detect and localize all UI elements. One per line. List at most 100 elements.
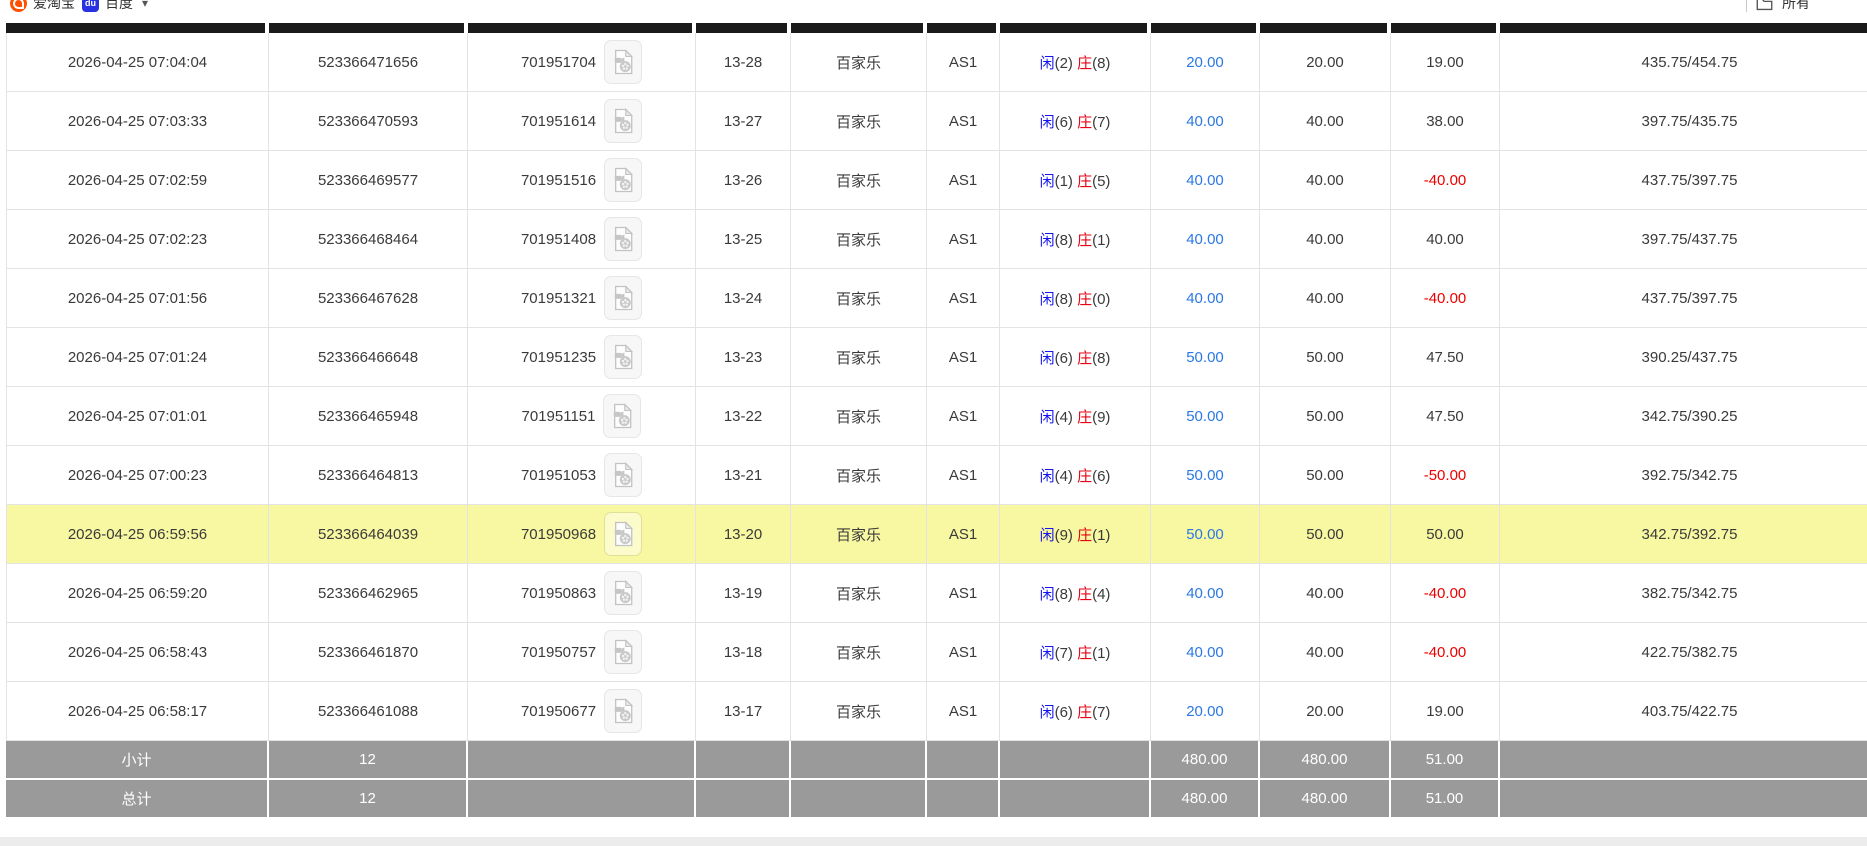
summary-empty [927, 741, 1000, 780]
cell-bet-amount[interactable]: 50.00 [1151, 328, 1260, 387]
player-points: (4) [1055, 409, 1078, 426]
cell-bet-amount[interactable]: 40.00 [1151, 564, 1260, 623]
cell-bet-amount[interactable]: 40.00 [1151, 269, 1260, 328]
cell-table: AS1 [927, 682, 1000, 741]
banker-label: 庄 [1077, 114, 1092, 131]
cell-table: AS1 [927, 210, 1000, 269]
cell-bet-amount[interactable]: 50.00 [1151, 446, 1260, 505]
bookmark-label: 爱淘宝 [33, 0, 75, 13]
video-replay-button[interactable] [604, 40, 642, 84]
cell-order-id: 523366462965 [269, 564, 468, 623]
banker-label: 庄 [1077, 291, 1092, 308]
video-replay-button[interactable] [604, 630, 642, 674]
video-replay-button[interactable] [604, 217, 642, 261]
total-row: 总计12480.00480.0051.00 [6, 780, 1867, 819]
table-row[interactable]: 2026-04-25 07:00:23523366464813701951053… [6, 446, 1867, 505]
table-row[interactable]: 2026-04-25 06:58:43523366461870701950757… [6, 623, 1867, 682]
cell-bet-time: 2026-04-25 07:01:56 [6, 269, 269, 328]
video-replay-button[interactable] [604, 689, 642, 733]
game-id-wrap: 701951704 [521, 40, 642, 84]
records-table: 2026-04-25 07:04:04523366471656701951704… [6, 23, 1867, 819]
cell-game-id: 701951151 [468, 387, 696, 446]
game-id-text: 701951235 [521, 349, 596, 366]
all-bookmarks-label[interactable]: 所有 [1782, 0, 1810, 13]
table-row[interactable]: 2026-04-25 07:01:24523366466648701951235… [6, 328, 1867, 387]
player-label: 闲 [1040, 645, 1055, 662]
video-replay-button[interactable] [604, 512, 642, 556]
game-id-text: 701951321 [521, 290, 596, 307]
cell-bet-amount[interactable]: 20.00 [1151, 682, 1260, 741]
player-label: 闲 [1040, 350, 1055, 367]
video-file-icon [612, 49, 634, 75]
video-replay-button[interactable] [604, 99, 642, 143]
table-row[interactable]: 2026-04-25 06:59:20523366462965701950863… [6, 564, 1867, 623]
video-replay-button[interactable] [604, 453, 642, 497]
cell-bet-amount[interactable]: 40.00 [1151, 92, 1260, 151]
table-row[interactable]: 2026-04-25 07:01:56523366467628701951321… [6, 269, 1867, 328]
summary-empty [791, 780, 927, 819]
video-replay-button[interactable] [604, 571, 642, 615]
game-id-text: 701951704 [521, 54, 596, 71]
cell-bet-amount[interactable]: 20.00 [1151, 33, 1260, 92]
cell-result: 闲(6) 庄(7) [1000, 682, 1151, 741]
video-replay-button[interactable] [604, 335, 642, 379]
player-label: 闲 [1040, 291, 1055, 308]
subtotal-row: 小计12480.00480.0051.00 [6, 741, 1867, 780]
video-replay-button[interactable] [604, 276, 642, 320]
cell-order-id: 523366461088 [269, 682, 468, 741]
summary-empty [927, 780, 1000, 819]
cell-bet-amount[interactable]: 40.00 [1151, 623, 1260, 682]
table-row[interactable]: 2026-04-25 06:58:17523366461088701950677… [6, 682, 1867, 741]
bookmarks-left-group: 爱淘宝 du 百度 ▾ [10, 0, 148, 13]
player-label: 闲 [1040, 704, 1055, 721]
video-file-icon [612, 226, 634, 252]
table-row[interactable]: 2026-04-25 07:04:04523366471656701951704… [6, 33, 1867, 92]
bookmark-baidu[interactable]: du 百度 [82, 0, 133, 13]
cell-bet-time: 2026-04-25 06:58:43 [6, 623, 269, 682]
cell-bet-time: 2026-04-25 07:00:23 [6, 446, 269, 505]
cell-bet-amount[interactable]: 50.00 [1151, 505, 1260, 564]
game-id-text: 701950757 [521, 644, 596, 661]
banker-label: 庄 [1077, 409, 1092, 426]
cell-balance: 437.75/397.75 [1500, 151, 1867, 210]
video-replay-button[interactable] [604, 158, 642, 202]
baidu-icon-text: du [85, 0, 96, 8]
cell-game-type: 百家乐 [791, 33, 927, 92]
video-file-icon [612, 639, 634, 665]
game-id-wrap: 701950968 [521, 512, 642, 556]
cell-win-loss: -50.00 [1391, 446, 1500, 505]
cell-valid-amount: 20.00 [1260, 682, 1391, 741]
cell-balance: 342.75/392.75 [1500, 505, 1867, 564]
cell-bet-amount[interactable]: 40.00 [1151, 210, 1260, 269]
cell-bet-amount[interactable]: 40.00 [1151, 151, 1260, 210]
table-row[interactable]: 2026-04-25 07:02:59523366469577701951516… [6, 151, 1867, 210]
cell-valid-amount: 40.00 [1260, 269, 1391, 328]
game-id-text: 701951053 [521, 467, 596, 484]
cell-round: 13-23 [696, 328, 791, 387]
player-points: (2) [1055, 55, 1078, 72]
video-replay-button[interactable] [603, 394, 641, 438]
cell-game-id: 701951704 [468, 33, 696, 92]
table-row[interactable]: 2026-04-25 07:02:23523366468464701951408… [6, 210, 1867, 269]
cell-round: 13-21 [696, 446, 791, 505]
game-id-text: 701951516 [521, 172, 596, 189]
header-strip [1000, 23, 1151, 33]
summary-empty [1500, 780, 1867, 819]
cell-bet-amount[interactable]: 50.00 [1151, 387, 1260, 446]
cell-round: 13-27 [696, 92, 791, 151]
cell-win-loss: 47.50 [1391, 387, 1500, 446]
bookmark-label: 百度 [105, 0, 133, 13]
game-id-wrap: 701950863 [521, 571, 642, 615]
bookmark-aitaobao[interactable]: 爱淘宝 [10, 0, 75, 13]
summary-empty [1500, 741, 1867, 780]
game-id-wrap: 701951321 [521, 276, 642, 320]
player-points: (6) [1055, 350, 1078, 367]
chevron-down-icon[interactable]: ▾ [142, 0, 148, 10]
table-row[interactable]: 2026-04-25 07:01:01523366465948701951151… [6, 387, 1867, 446]
player-points: (7) [1055, 645, 1078, 662]
table-row[interactable]: 2026-04-25 07:03:33523366470593701951614… [6, 92, 1867, 151]
player-points: (1) [1055, 173, 1078, 190]
table-row-highlighted[interactable]: 2026-04-25 06:59:56523366464039701950968… [6, 505, 1867, 564]
cell-round: 13-17 [696, 682, 791, 741]
cell-win-loss: 40.00 [1391, 210, 1500, 269]
